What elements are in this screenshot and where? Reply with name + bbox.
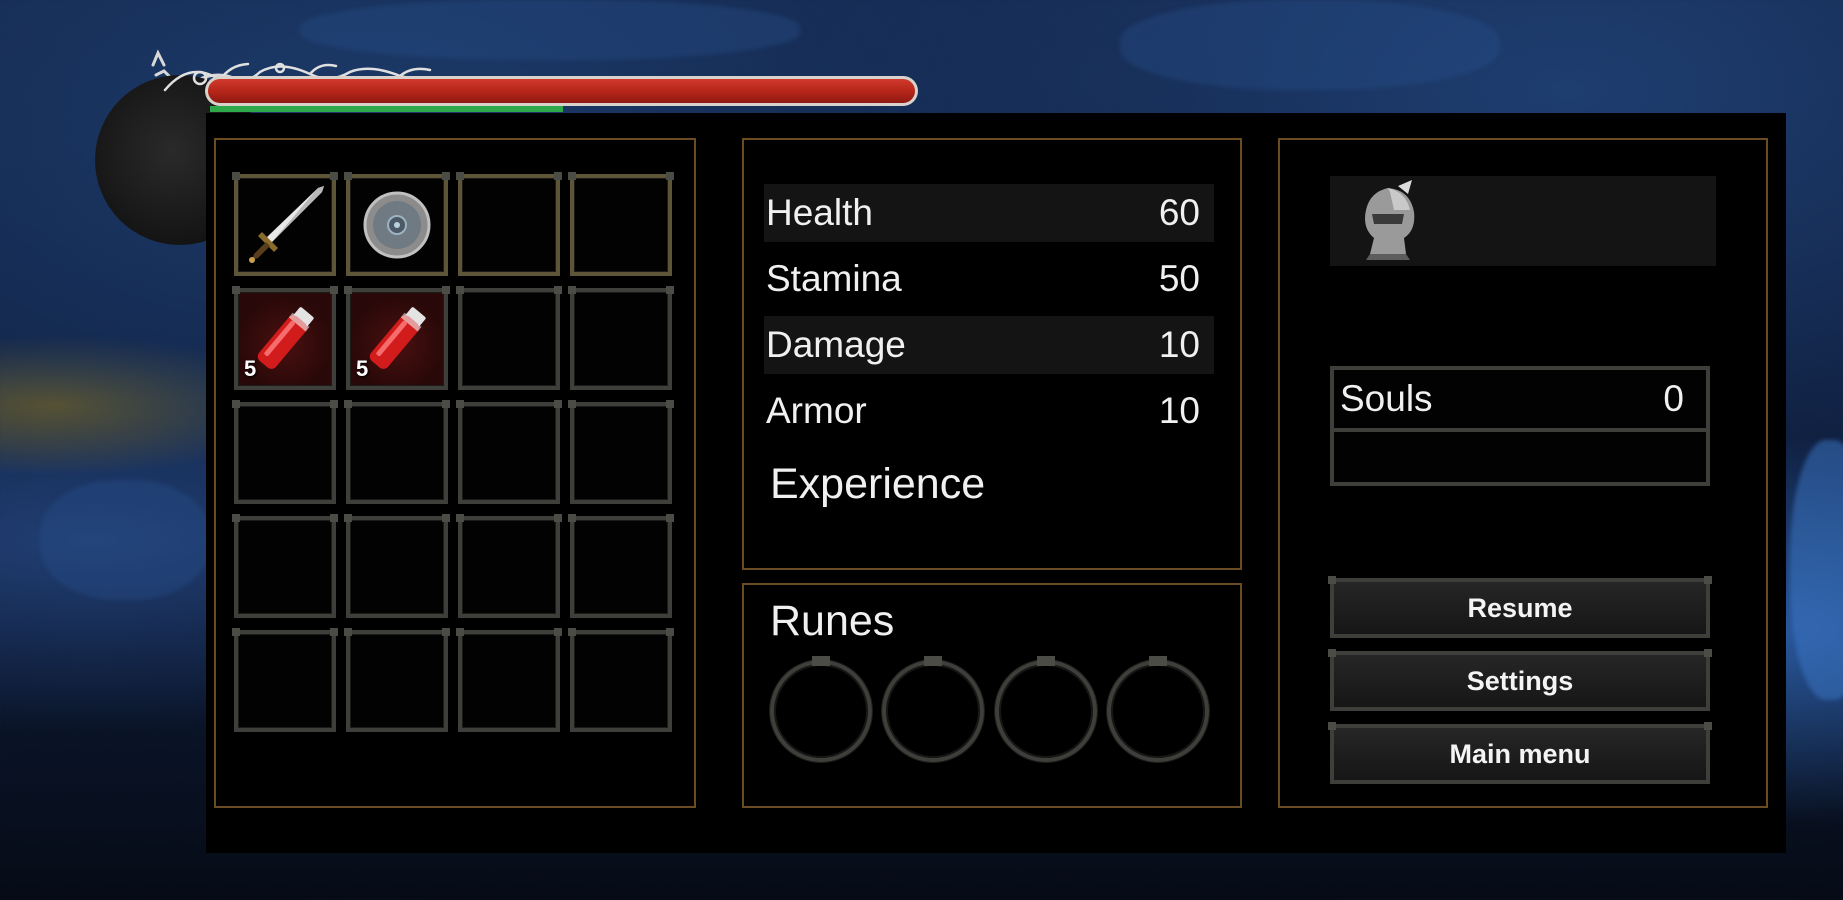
stamina-bar bbox=[210, 106, 915, 112]
inventory-slot[interactable]: 5 bbox=[232, 286, 338, 390]
inventory-slot[interactable] bbox=[568, 514, 674, 618]
rune-slot[interactable] bbox=[882, 656, 984, 762]
inventory-slot[interactable] bbox=[568, 400, 674, 504]
stat-value: 50 bbox=[1158, 258, 1200, 299]
inventory-slot[interactable] bbox=[232, 514, 338, 618]
stat-row-health: Health 60 bbox=[764, 184, 1214, 242]
inventory-slot[interactable] bbox=[232, 628, 338, 732]
portrait-box bbox=[1330, 176, 1716, 266]
stamina-bar-fill bbox=[210, 106, 563, 112]
rune-slot[interactable] bbox=[1107, 656, 1209, 762]
knight-portrait-icon bbox=[1365, 180, 1415, 260]
inventory-slot[interactable] bbox=[456, 400, 562, 504]
stats-panel: Health 60 Stamina 50 Damage 10 Armor 10 … bbox=[742, 138, 1242, 570]
character-info-panel: Souls 0 Resume Settings Main menu bbox=[1278, 138, 1768, 808]
inventory-slot[interactable] bbox=[456, 286, 562, 390]
inventory-slot[interactable] bbox=[344, 514, 450, 618]
inventory-slot[interactable] bbox=[232, 400, 338, 504]
souls-value: 0 bbox=[1663, 378, 1684, 419]
item-count: 5 bbox=[356, 356, 369, 381]
souls-box: Souls 0 bbox=[1330, 366, 1710, 486]
souls-row: Souls 0 bbox=[1334, 370, 1706, 432]
character-panel: 55 Health 60 Stamina 50 Damage 10 Armor … bbox=[206, 113, 1786, 853]
inventory-slot[interactable] bbox=[232, 172, 338, 276]
background-rock bbox=[1120, 0, 1500, 90]
rune-slot[interactable] bbox=[995, 656, 1097, 762]
stat-value: 10 bbox=[1158, 390, 1200, 431]
stat-row-damage: Damage 10 bbox=[764, 316, 1214, 374]
stat-value: 60 bbox=[1158, 192, 1200, 233]
inventory-slot[interactable] bbox=[456, 628, 562, 732]
stat-row-armor: Armor 10 bbox=[764, 382, 1214, 440]
inventory-slot[interactable] bbox=[568, 286, 674, 390]
stat-value: 10 bbox=[1158, 324, 1200, 365]
inventory-slot[interactable] bbox=[456, 514, 562, 618]
inventory-slot[interactable] bbox=[344, 400, 450, 504]
inventory-slot[interactable] bbox=[456, 172, 562, 276]
settings-button[interactable]: Settings bbox=[1328, 649, 1712, 711]
background-rock bbox=[1790, 440, 1843, 700]
resume-button[interactable]: Resume bbox=[1328, 576, 1712, 638]
health-bar bbox=[205, 76, 918, 106]
inventory-slot[interactable]: 5 bbox=[344, 286, 450, 390]
inventory-slot[interactable] bbox=[568, 172, 674, 276]
inventory-slot[interactable] bbox=[568, 628, 674, 732]
background-rock bbox=[40, 480, 210, 600]
runes-title: Runes bbox=[770, 597, 895, 645]
stat-label: Armor bbox=[766, 390, 867, 431]
runes-panel: Runes bbox=[742, 583, 1242, 808]
stat-label: Damage bbox=[766, 324, 906, 365]
main-menu-button[interactable]: Main menu bbox=[1328, 722, 1712, 784]
stat-label: Stamina bbox=[766, 258, 902, 299]
souls-label: Souls bbox=[1340, 378, 1433, 419]
inventory-slot[interactable] bbox=[344, 172, 450, 276]
inventory-slot[interactable] bbox=[344, 628, 450, 732]
inventory-grid: 55 bbox=[232, 172, 674, 732]
inventory-panel: 55 bbox=[214, 138, 696, 808]
experience-label: Experience bbox=[770, 460, 986, 508]
item-count: 5 bbox=[244, 356, 257, 381]
stat-row-stamina: Stamina 50 bbox=[764, 250, 1214, 308]
rune-slot[interactable] bbox=[770, 656, 872, 762]
stat-label: Health bbox=[766, 192, 873, 233]
health-bar-fill bbox=[208, 79, 915, 103]
